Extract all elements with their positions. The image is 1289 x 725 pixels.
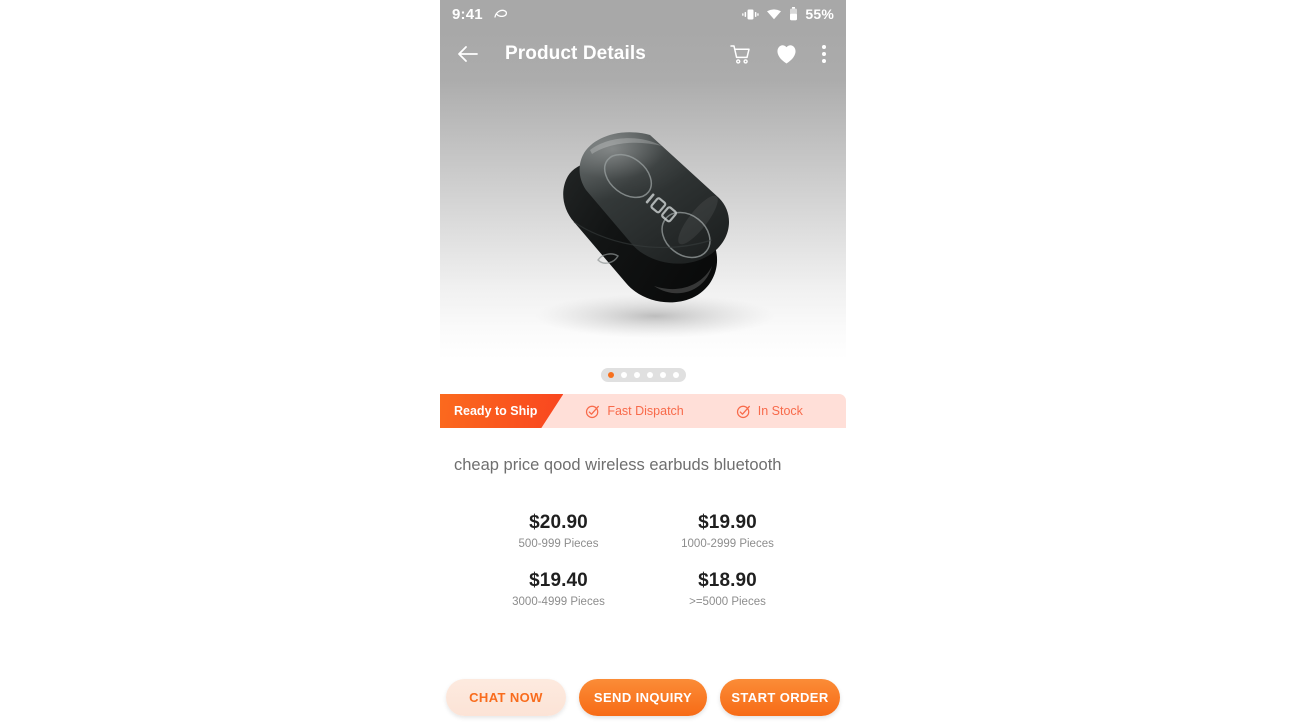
app-bar: Product Details bbox=[440, 28, 846, 80]
pagination-dot-1[interactable] bbox=[607, 372, 614, 378]
chat-now-button[interactable]: CHAT NOW bbox=[446, 679, 566, 716]
pagination-dot-3[interactable] bbox=[633, 372, 640, 378]
gallery-pagination bbox=[440, 360, 846, 390]
heart-filled-icon[interactable] bbox=[775, 44, 798, 65]
banner-feature-label: Fast Dispatch bbox=[607, 404, 684, 418]
price-quantity: 500-999 Pieces bbox=[518, 538, 599, 551]
screenshot-root: 9:41 55% Product Details Ready to Ship F… bbox=[0, 0, 1289, 725]
price-amount: $19.40 bbox=[529, 570, 588, 592]
app-bar-actions bbox=[729, 44, 830, 65]
pagination-dot-4[interactable] bbox=[646, 372, 653, 378]
price-tier[interactable]: $20.90 500-999 Pieces bbox=[474, 512, 643, 550]
status-bar-icons: 55% bbox=[742, 6, 834, 22]
price-amount: $20.90 bbox=[529, 512, 588, 534]
battery-percentage: 55% bbox=[805, 6, 834, 22]
battery-icon bbox=[789, 7, 798, 21]
pagination-dot-5[interactable] bbox=[659, 372, 666, 378]
banner-feature-in-stock: In Stock bbox=[736, 404, 803, 419]
price-tier[interactable]: $19.90 1000-2999 Pieces bbox=[643, 512, 812, 550]
banner-feature-label: In Stock bbox=[757, 404, 803, 418]
product-title: cheap price qood wireless earbuds blueto… bbox=[454, 456, 782, 474]
start-order-button[interactable]: START ORDER bbox=[720, 679, 840, 716]
price-amount: $19.90 bbox=[698, 512, 757, 534]
send-inquiry-button[interactable]: SEND INQUIRY bbox=[579, 679, 707, 716]
pagination-dot-6[interactable] bbox=[672, 372, 679, 378]
price-amount: $18.90 bbox=[698, 570, 757, 592]
wifi-icon bbox=[766, 8, 782, 20]
product-image[interactable] bbox=[440, 80, 846, 360]
phone-screen: 9:41 55% Product Details Ready to Ship F… bbox=[440, 0, 846, 725]
page-title: Product Details bbox=[505, 43, 646, 64]
status-bar-time: 9:41 bbox=[452, 5, 483, 23]
more-vertical-icon[interactable] bbox=[822, 45, 826, 63]
banner-feature-fast-dispatch: Fast Dispatch bbox=[585, 404, 684, 419]
shopping-cart-icon[interactable] bbox=[729, 44, 751, 65]
check-circle-icon bbox=[736, 404, 751, 419]
ready-to-ship-tag: Ready to Ship bbox=[440, 394, 563, 428]
status-bar: 9:41 55% bbox=[440, 0, 846, 28]
check-circle-icon bbox=[585, 404, 600, 419]
bottom-action-bar: CHAT NOW SEND INQUIRY START ORDER bbox=[440, 679, 846, 716]
price-quantity: 3000-4999 Pieces bbox=[512, 596, 605, 609]
price-tier-grid: $20.90 500-999 Pieces $19.90 1000-2999 P… bbox=[440, 512, 846, 608]
price-tier[interactable]: $19.40 3000-4999 Pieces bbox=[474, 570, 643, 608]
price-tier[interactable]: $18.90 >=5000 Pieces bbox=[643, 570, 812, 608]
price-quantity: >=5000 Pieces bbox=[689, 596, 766, 609]
pagination-dots[interactable] bbox=[600, 368, 686, 382]
vibrate-icon bbox=[742, 8, 759, 21]
swoosh-notification-icon bbox=[493, 7, 509, 21]
price-quantity: 1000-2999 Pieces bbox=[681, 538, 774, 551]
ready-to-ship-banner: Ready to Ship Fast Dispatch In Stock bbox=[440, 394, 846, 428]
pagination-dot-2[interactable] bbox=[620, 372, 627, 378]
back-arrow-icon[interactable] bbox=[456, 44, 479, 64]
